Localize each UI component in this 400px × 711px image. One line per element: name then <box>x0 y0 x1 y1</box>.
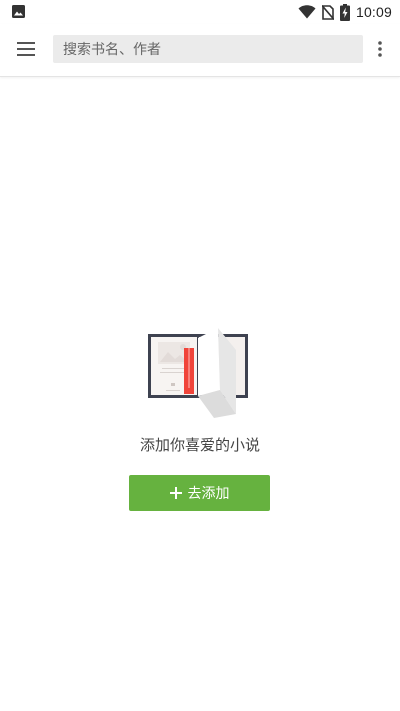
plus-icon <box>169 487 182 499</box>
empty-state-message: 添加你喜爱的小说 <box>139 436 260 454</box>
open-book-illustration <box>148 328 248 418</box>
battery-charging-icon <box>339 3 350 21</box>
status-time: 10:09 <box>355 4 392 20</box>
search-input[interactable]: 搜索书名、作者 <box>53 35 363 63</box>
search-placeholder: 搜索书名、作者 <box>63 42 161 58</box>
add-novel-button[interactable]: 去添加 <box>129 475 270 511</box>
add-novel-label: 去添加 <box>187 486 230 502</box>
status-bar: 10:09 <box>0 0 400 24</box>
more-options-button[interactable] <box>368 33 392 65</box>
more-vert-icon <box>378 41 382 57</box>
wifi-icon <box>298 5 316 19</box>
app-bar: 搜索书名、作者 <box>0 24 400 77</box>
status-icons: 10:09 <box>298 3 392 21</box>
bookshelf-screen: 10:09 搜索书名、作者 添加你喜爱的小说 去添加 <box>0 0 400 711</box>
menu-icon <box>17 42 35 56</box>
no-sim-icon <box>321 4 334 20</box>
photo-icon <box>12 5 25 18</box>
menu-button[interactable] <box>10 33 42 65</box>
